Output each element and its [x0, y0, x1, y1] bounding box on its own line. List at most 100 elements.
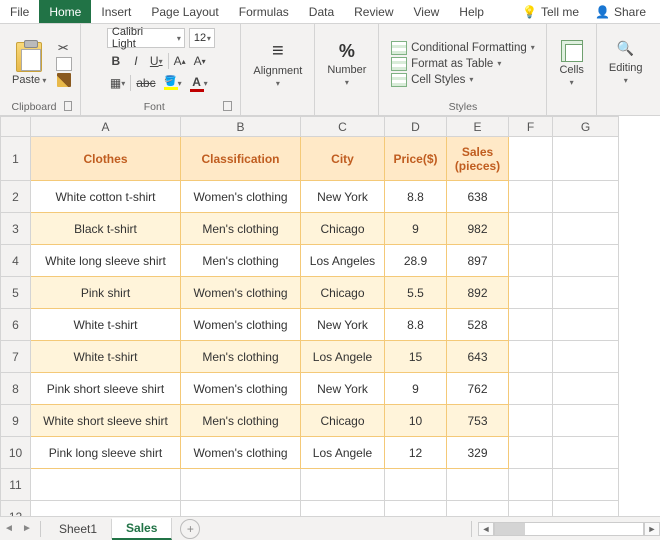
cell-E1[interactable]: Sales (pieces) — [447, 137, 509, 181]
clipboard-launcher[interactable] — [64, 101, 72, 111]
grow-font-button[interactable]: A▴ — [171, 52, 189, 70]
cell-A9[interactable]: White short sleeve shirt — [31, 405, 181, 437]
cell-E2[interactable]: 638 — [447, 181, 509, 213]
row-header-11[interactable]: 11 — [1, 469, 31, 501]
row-header-1[interactable]: 1 — [1, 137, 31, 181]
cell-F3[interactable] — [509, 213, 553, 245]
format-painter-button[interactable] — [57, 73, 71, 87]
cell-C9[interactable]: Chicago — [301, 405, 385, 437]
sheet-tab-sales[interactable]: Sales — [112, 518, 172, 540]
cell-E9[interactable]: 753 — [447, 405, 509, 437]
tab-formulas[interactable]: Formulas — [229, 0, 299, 23]
cell-B4[interactable]: Men's clothing — [181, 245, 301, 277]
cell-F5[interactable] — [509, 277, 553, 309]
sheet-nav-next[interactable]: ► — [18, 523, 36, 534]
worksheet-grid[interactable]: A B C D E F G 1 Clothes Classification C… — [0, 116, 660, 516]
cell-C11[interactable] — [301, 469, 385, 501]
cell-styles-button[interactable]: Cell Styles▾ — [391, 73, 473, 87]
cell-D4[interactable]: 28.9 — [385, 245, 447, 277]
row-header-9[interactable]: 9 — [1, 405, 31, 437]
row-header-6[interactable]: 6 — [1, 309, 31, 341]
number-button[interactable]: %Number▾ — [323, 39, 370, 89]
cell-A11[interactable] — [31, 469, 181, 501]
cell-C3[interactable]: Chicago — [301, 213, 385, 245]
col-header-F[interactable]: F — [509, 117, 553, 137]
cell-G12[interactable] — [553, 501, 619, 517]
col-header-D[interactable]: D — [385, 117, 447, 137]
cell-D12[interactable] — [385, 501, 447, 517]
bold-button[interactable]: B — [107, 52, 125, 70]
cell-B2[interactable]: Women's clothing — [181, 181, 301, 213]
row-header-3[interactable]: 3 — [1, 213, 31, 245]
sheet-nav-prev[interactable]: ◄ — [0, 523, 18, 534]
cell-B11[interactable] — [181, 469, 301, 501]
cell-A4[interactable]: White long sleeve shirt — [31, 245, 181, 277]
hscroll-right[interactable]: ► — [644, 522, 660, 536]
cell-A10[interactable]: Pink long sleeve shirt — [31, 437, 181, 469]
cell-G1[interactable] — [553, 137, 619, 181]
font-launcher[interactable] — [223, 101, 232, 111]
row-header-2[interactable]: 2 — [1, 181, 31, 213]
strikethrough-button[interactable]: abc — [133, 74, 158, 92]
cell-B3[interactable]: Men's clothing — [181, 213, 301, 245]
tab-home[interactable]: Home — [39, 0, 91, 23]
tab-help[interactable]: Help — [449, 0, 494, 23]
cell-C10[interactable]: Los Angele — [301, 437, 385, 469]
cell-G8[interactable] — [553, 373, 619, 405]
cell-D1[interactable]: Price($) — [385, 137, 447, 181]
font-name-select[interactable]: Calibri Light▾ — [107, 28, 185, 48]
cell-A6[interactable]: White t-shirt — [31, 309, 181, 341]
cell-A3[interactable]: Black t-shirt — [31, 213, 181, 245]
cell-D5[interactable]: 5.5 — [385, 277, 447, 309]
editing-button[interactable]: Editing▾ — [605, 40, 647, 87]
hscroll-track[interactable] — [494, 522, 644, 536]
cell-D6[interactable]: 8.8 — [385, 309, 447, 341]
hscroll-thumb[interactable] — [495, 523, 525, 535]
cell-B12[interactable] — [181, 501, 301, 517]
sheet-tab-sheet1[interactable]: Sheet1 — [45, 519, 112, 539]
underline-button[interactable]: U▾ — [147, 52, 166, 70]
cell-E5[interactable]: 892 — [447, 277, 509, 309]
row-header-10[interactable]: 10 — [1, 437, 31, 469]
cell-D8[interactable]: 9 — [385, 373, 447, 405]
cell-A12[interactable] — [31, 501, 181, 517]
col-header-C[interactable]: C — [301, 117, 385, 137]
cell-E8[interactable]: 762 — [447, 373, 509, 405]
share-button[interactable]: 👤 Share — [589, 5, 652, 19]
cell-G6[interactable] — [553, 309, 619, 341]
cell-B5[interactable]: Women's clothing — [181, 277, 301, 309]
tab-page-layout[interactable]: Page Layout — [141, 0, 228, 23]
col-header-E[interactable]: E — [447, 117, 509, 137]
cell-B6[interactable]: Women's clothing — [181, 309, 301, 341]
cell-D7[interactable]: 15 — [385, 341, 447, 373]
alignment-button[interactable]: ≡Alignment▾ — [249, 38, 306, 90]
cell-A7[interactable]: White t-shirt — [31, 341, 181, 373]
cell-C4[interactable]: Los Angeles — [301, 245, 385, 277]
cell-D10[interactable]: 12 — [385, 437, 447, 469]
hscroll-left[interactable]: ◄ — [478, 522, 494, 536]
col-header-G[interactable]: G — [553, 117, 619, 137]
cell-G2[interactable] — [553, 181, 619, 213]
conditional-formatting-button[interactable]: Conditional Formatting▾ — [391, 41, 535, 55]
cell-F8[interactable] — [509, 373, 553, 405]
new-sheet-button[interactable]: + — [180, 519, 200, 539]
cell-C5[interactable]: Chicago — [301, 277, 385, 309]
tab-review[interactable]: Review — [344, 0, 403, 23]
cell-E4[interactable]: 897 — [447, 245, 509, 277]
cell-G5[interactable] — [553, 277, 619, 309]
cell-A1[interactable]: Clothes — [31, 137, 181, 181]
cell-C2[interactable]: New York — [301, 181, 385, 213]
cell-C6[interactable]: New York — [301, 309, 385, 341]
row-header-5[interactable]: 5 — [1, 277, 31, 309]
cell-D9[interactable]: 10 — [385, 405, 447, 437]
row-header-7[interactable]: 7 — [1, 341, 31, 373]
cell-F10[interactable] — [509, 437, 553, 469]
cell-F11[interactable] — [509, 469, 553, 501]
row-header-8[interactable]: 8 — [1, 373, 31, 405]
format-as-table-button[interactable]: Format as Table▾ — [391, 57, 501, 71]
cell-E3[interactable]: 982 — [447, 213, 509, 245]
cell-G10[interactable] — [553, 437, 619, 469]
copy-button[interactable] — [56, 57, 72, 71]
cell-E11[interactable] — [447, 469, 509, 501]
cell-E12[interactable] — [447, 501, 509, 517]
